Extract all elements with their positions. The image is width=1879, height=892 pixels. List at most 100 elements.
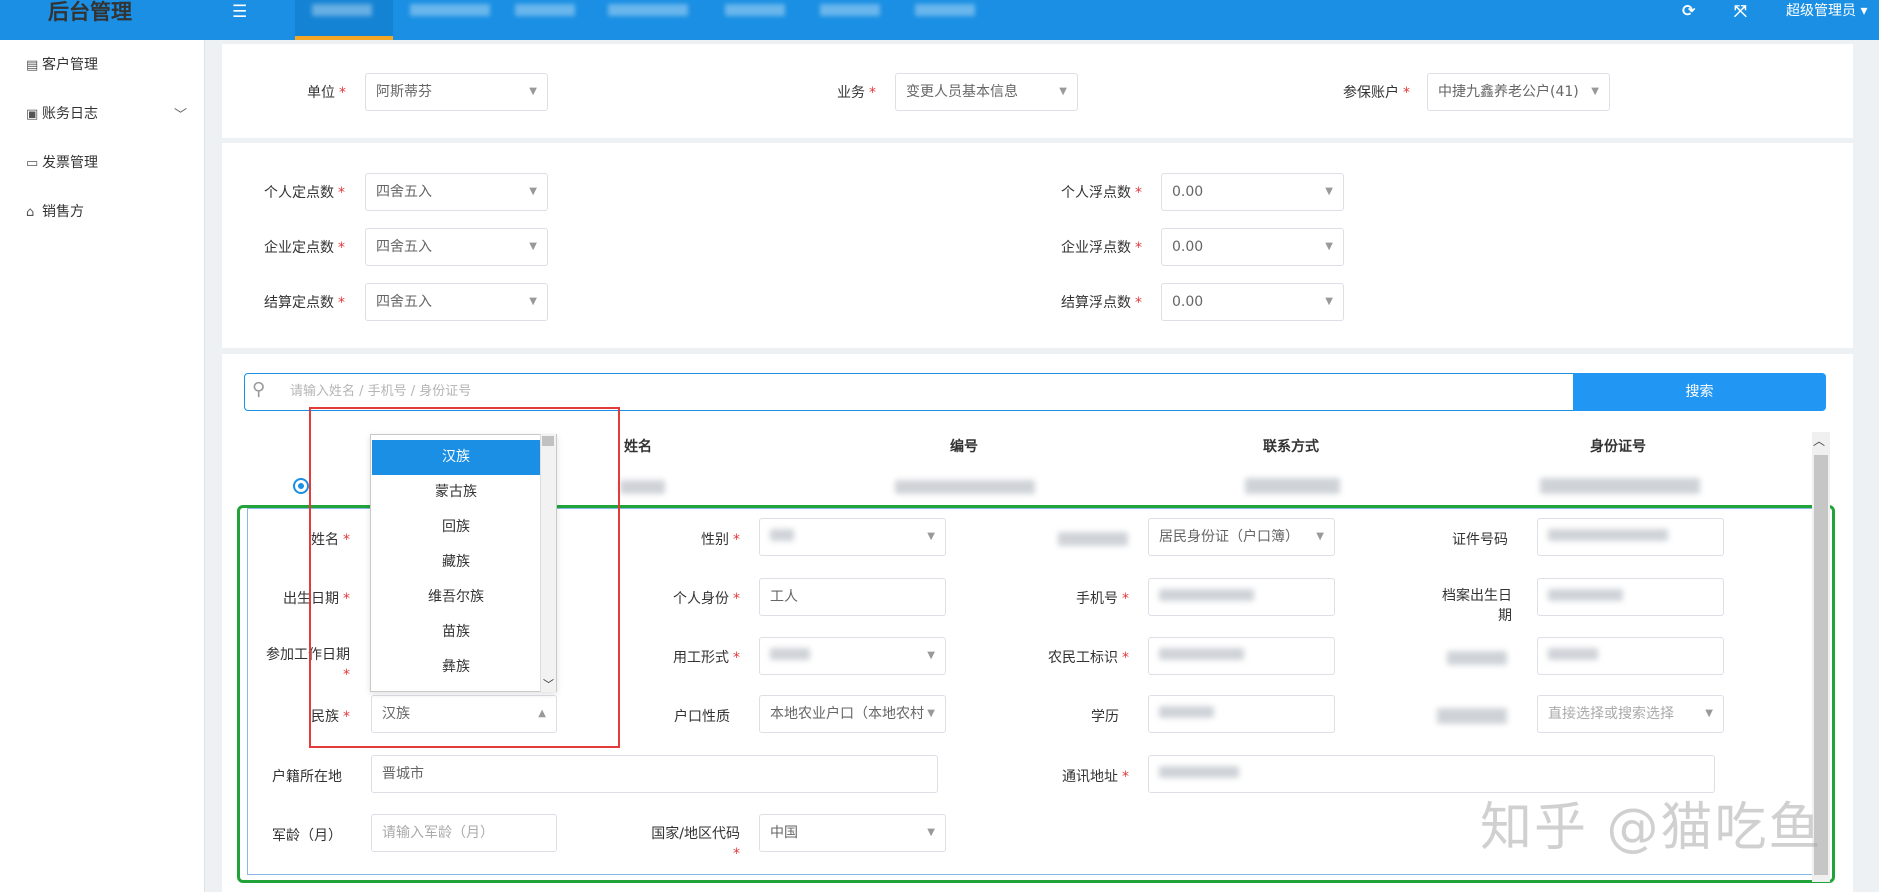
app-title: 后台管理 <box>48 0 132 24</box>
household-type-label: 户口性质 <box>674 709 730 725</box>
personal-fixed-label: 个人定点数 * <box>264 185 345 201</box>
row-radio[interactable] <box>293 478 309 494</box>
search-button[interactable]: 搜索 <box>1573 373 1826 411</box>
company-float-label: 企业浮点数 * <box>1061 240 1142 256</box>
settle-fixed-label: 结算定点数 * <box>264 295 345 311</box>
refresh-icon[interactable]: ⟳ <box>1682 0 1695 22</box>
id-number-input[interactable] <box>1537 518 1724 556</box>
unit-label: 单位 * <box>307 85 346 101</box>
column-header-contact: 联系方式 <box>1263 439 1319 455</box>
user-name: 超级管理员 <box>1786 3 1856 19</box>
household-location-label: 户籍所在地 <box>272 769 342 785</box>
phone-label: 手机号 * <box>1076 591 1129 607</box>
phone-input[interactable] <box>1148 578 1335 616</box>
chevron-up-icon[interactable]: ︿ <box>1813 432 1825 449</box>
settle-float-label: 结算浮点数 * <box>1061 295 1142 311</box>
caret-down-icon: ▼ <box>1325 186 1333 197</box>
field-label-blurred <box>1437 708 1507 724</box>
education-input[interactable] <box>1148 695 1335 733</box>
printer-icon: ▣ <box>26 107 39 122</box>
caret-down-icon: ▼ <box>927 708 935 719</box>
household-location-input[interactable]: 晋城市 <box>371 755 938 793</box>
sidebar-item-customers[interactable]: ▤ 客户管理 <box>26 54 98 76</box>
gender-label: 性别 * <box>701 532 740 548</box>
personal-fixed-select[interactable]: 四舍五入 ▼ <box>365 173 548 211</box>
business-label: 业务 * <box>837 85 876 101</box>
fullscreen-icon[interactable]: ⤧ <box>1734 0 1747 22</box>
caret-down-icon: ▼ <box>927 531 935 542</box>
id-number-label: 证件号码 <box>1452 532 1508 548</box>
tab-blurred[interactable] <box>515 4 575 16</box>
sidebar-item-label: 销售方 <box>42 204 84 220</box>
row-contact-blurred <box>1245 478 1340 494</box>
ticket-icon: ▭ <box>26 156 39 171</box>
menu-toggle-icon[interactable]: ☰ <box>232 2 247 22</box>
employment-select[interactable]: ▼ <box>759 637 946 675</box>
caret-down-icon: ▼ <box>529 86 537 97</box>
caret-down-icon: ▼ <box>1591 86 1599 97</box>
company-fixed-select[interactable]: 四舍五入 ▼ <box>365 228 548 266</box>
caret-down-icon: ▼ <box>529 241 537 252</box>
military-input[interactable]: 请输入军龄（月） <box>371 814 557 852</box>
blurred-input[interactable] <box>1537 637 1724 675</box>
archive-birth-label: 档案出生日期 <box>1442 588 1512 624</box>
migrant-label: 农民工标识 * <box>1048 650 1129 666</box>
tab-blurred[interactable] <box>725 4 785 16</box>
field-label-blurred <box>1447 651 1507 665</box>
unit-select[interactable]: 阿斯蒂芬 ▼ <box>365 73 548 111</box>
search-input[interactable]: 请输入姓名 / 手机号 / 身份证号 <box>290 373 1560 411</box>
column-header-number: 编号 <box>950 439 978 455</box>
id-type-label-blurred <box>1058 532 1128 546</box>
identity-label: 个人身份 * <box>673 591 740 607</box>
employment-label: 用工形式 * <box>673 650 740 666</box>
settle-float-select[interactable]: 0.00 ▼ <box>1161 283 1344 321</box>
search-icon: ⚲ <box>252 379 266 400</box>
identity-input[interactable]: 工人 <box>759 578 946 616</box>
settle-fixed-select[interactable]: 四舍五入 ▼ <box>365 283 548 321</box>
caret-down-icon: ▼ <box>529 186 537 197</box>
migrant-input[interactable] <box>1148 637 1335 675</box>
watermark: 知乎 @猫吃鱼 <box>1480 798 1823 858</box>
row-id-blurred <box>1540 478 1700 494</box>
tab-blurred[interactable] <box>608 4 688 16</box>
user-menu[interactable]: 超级管理员 ▾ <box>1786 0 1867 22</box>
row-name-blurred <box>620 480 665 494</box>
chevron-down-icon: ▾ <box>1860 3 1868 19</box>
address-label: 通讯地址 * <box>1062 769 1129 785</box>
account-select[interactable]: 中捷九鑫养老公户(41) ▼ <box>1427 73 1610 111</box>
caret-down-icon: ▼ <box>1059 86 1067 97</box>
tab-active-indicator <box>295 36 393 40</box>
tab-blurred[interactable] <box>410 4 490 16</box>
caret-down-icon: ▼ <box>1325 296 1333 307</box>
country-label: 国家/地区代码* <box>651 826 740 862</box>
chevron-down-icon[interactable]: ﹀ <box>174 104 187 123</box>
business-select[interactable]: 变更人员基本信息 ▼ <box>895 73 1078 111</box>
tab-label-blurred <box>312 4 372 16</box>
sidebar-item-label: 客户管理 <box>42 57 98 73</box>
household-type-select[interactable]: 本地农业户口（本地农村 ▼ <box>759 695 946 733</box>
military-label: 军龄（月） <box>272 828 342 844</box>
education-label: 学历 <box>1091 709 1119 725</box>
gender-select[interactable]: ▼ <box>759 518 946 556</box>
annotation-red-box <box>309 407 620 748</box>
company-fixed-label: 企业定点数 * <box>264 240 345 256</box>
caret-down-icon: ▼ <box>529 296 537 307</box>
personal-float-select[interactable]: 0.00 ▼ <box>1161 173 1344 211</box>
building-icon: ▤ <box>26 58 39 73</box>
sidebar-item-account-log[interactable]: ▣ 账务日志 <box>26 103 98 125</box>
tag-icon: ⌂ <box>26 205 35 220</box>
company-float-select[interactable]: 0.00 ▼ <box>1161 228 1344 266</box>
row-number-blurred <box>895 480 1035 494</box>
caret-down-icon: ▼ <box>927 827 935 838</box>
tab-blurred[interactable] <box>820 4 880 16</box>
id-type-select[interactable]: 居民身份证（户口簿） ▼ <box>1148 518 1335 556</box>
caret-down-icon: ▼ <box>927 650 935 661</box>
caret-down-icon: ▼ <box>1325 241 1333 252</box>
sidebar-item-invoices[interactable]: ▭ 发票管理 <box>26 152 98 174</box>
archive-birth-input[interactable] <box>1537 578 1724 616</box>
column-header-id-number: 身份证号 <box>1590 439 1646 455</box>
sidebar-item-sellers[interactable]: ⌂ 销售方 <box>26 201 84 223</box>
tab-blurred[interactable] <box>915 4 975 16</box>
country-select[interactable]: 中国 ▼ <box>759 814 946 852</box>
select-or-search-select[interactable]: 直接选择或搜索选择 ▼ <box>1537 695 1724 733</box>
